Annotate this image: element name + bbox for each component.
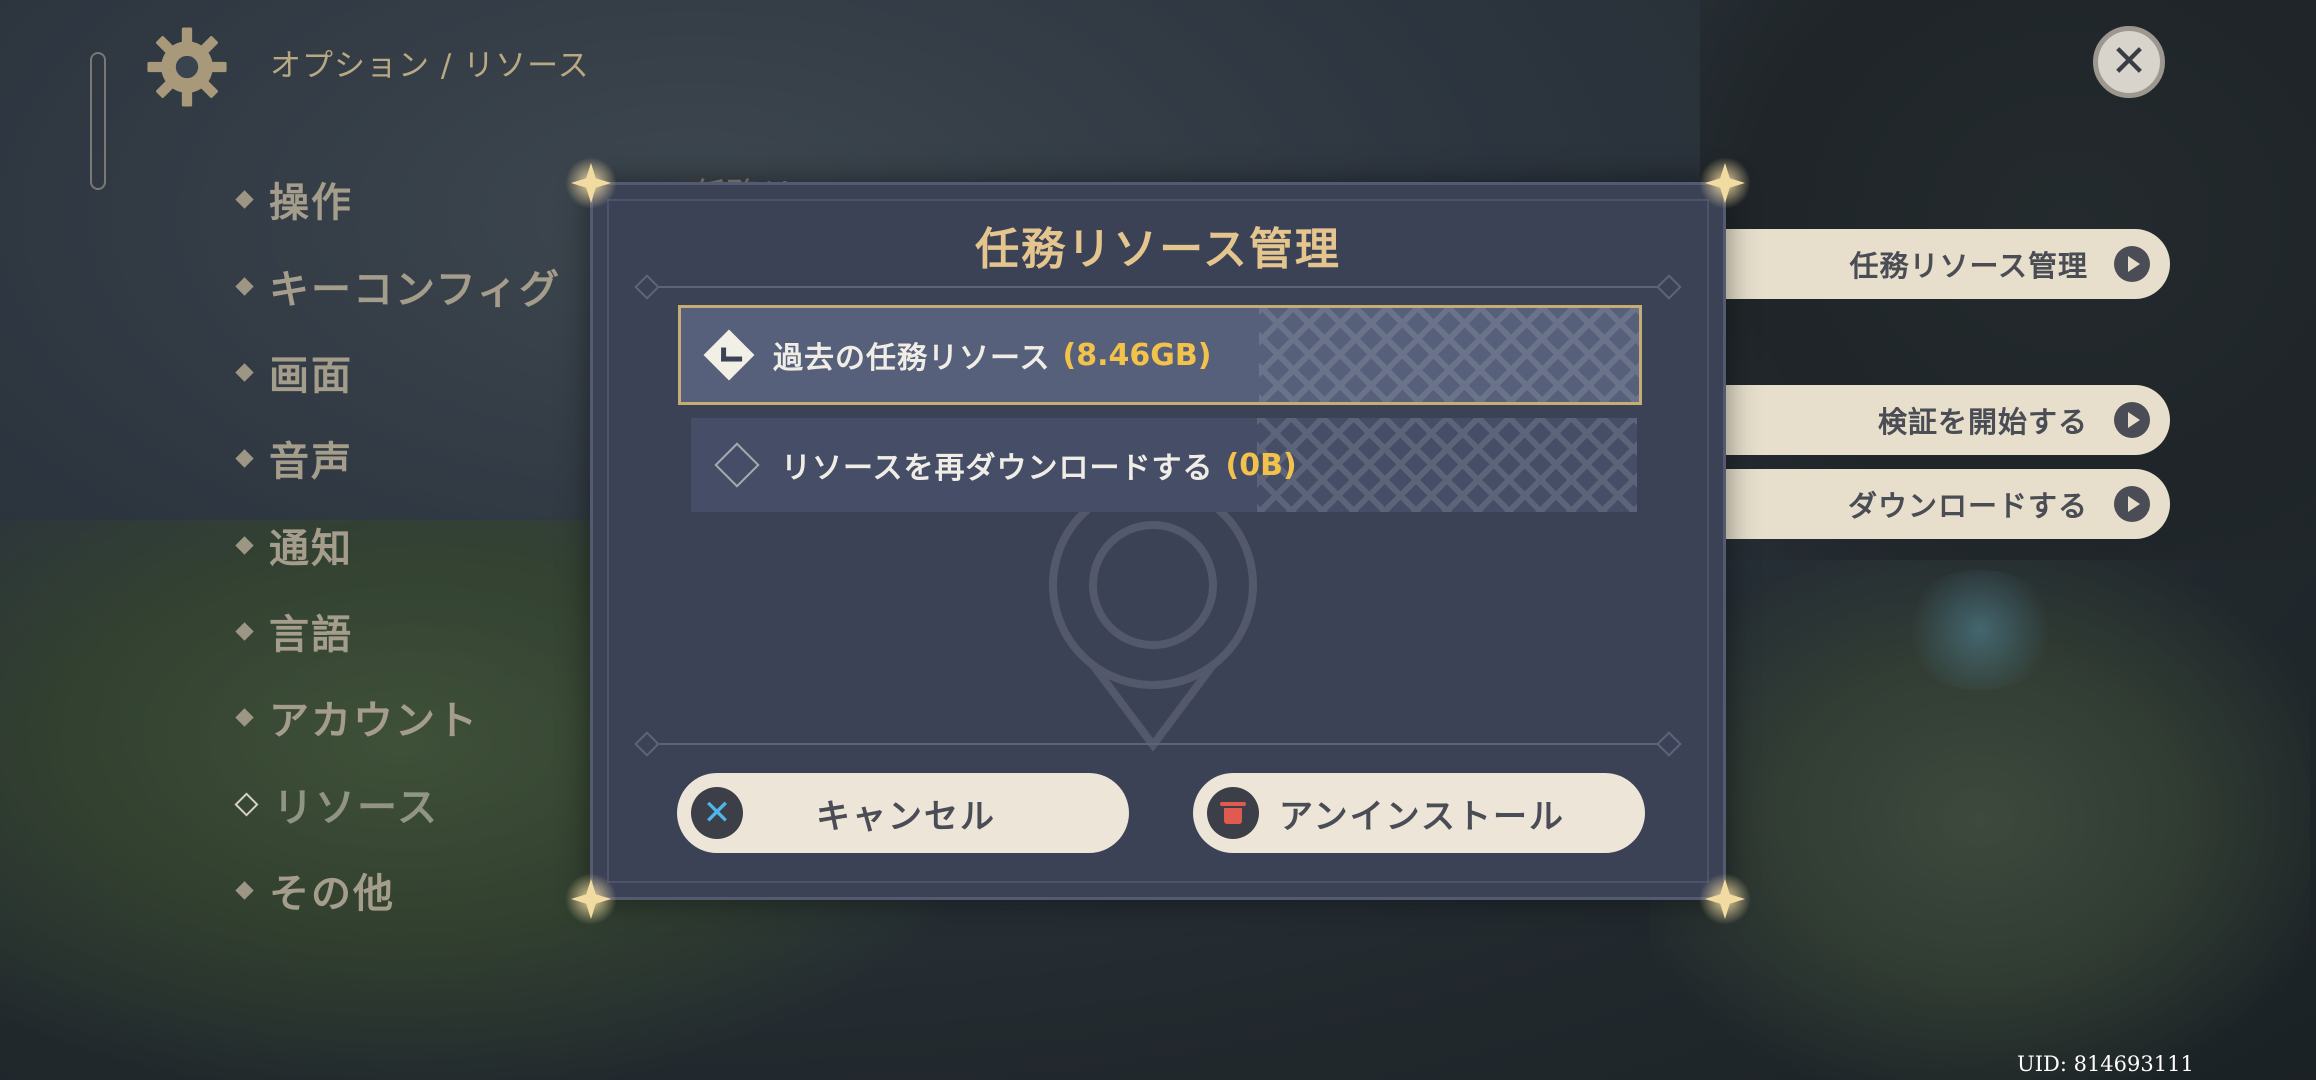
sidebar-item-label: リソース bbox=[273, 785, 439, 831]
diamond-bullet-icon bbox=[235, 448, 254, 468]
option-label: リソースを再ダウンロードする bbox=[781, 451, 1214, 486]
arrow-right-icon bbox=[2114, 486, 2150, 522]
sidebar-item-label: 通知 bbox=[269, 526, 353, 572]
start-verification-button[interactable]: 検証を開始する bbox=[1722, 385, 2170, 455]
uid-label: UID: 814693111 bbox=[2017, 1052, 2194, 1076]
divider bbox=[648, 743, 1668, 745]
sidebar-item-label: 音声 bbox=[269, 439, 353, 485]
scroll-indicator[interactable] bbox=[90, 52, 106, 190]
corner-ornament-icon bbox=[565, 873, 617, 925]
close-icon: ✕ bbox=[2110, 36, 2148, 87]
option-pattern bbox=[1257, 418, 1637, 512]
option-redownload-resources[interactable]: リソースを再ダウンロードする (0B) bbox=[691, 418, 1637, 512]
diamond-bullet-icon bbox=[235, 535, 254, 555]
sidebar-item-keyconfig[interactable]: キーコンフィグ bbox=[230, 257, 630, 315]
cancel-button-label: キャンセル bbox=[816, 796, 996, 837]
sidebar-item-label: 画面 bbox=[269, 353, 353, 399]
close-button[interactable]: ✕ bbox=[2093, 26, 2165, 98]
breadcrumb: オプション / リソース bbox=[270, 48, 590, 84]
diamond-bullet-icon bbox=[234, 791, 259, 817]
trash-icon bbox=[1207, 787, 1259, 839]
corner-ornament-icon bbox=[1699, 873, 1751, 925]
option-size: (8.46GB) bbox=[1062, 337, 1212, 373]
corner-ornament-icon bbox=[1699, 157, 1751, 209]
manage-quest-resources-button[interactable]: 任務リソース管理 bbox=[1722, 229, 2170, 299]
diamond-bullet-icon bbox=[235, 189, 254, 209]
dialog-title: 任務リソース管理 bbox=[975, 224, 1341, 275]
sidebar-item-notifications[interactable]: 通知 bbox=[230, 516, 630, 574]
button-label: ダウンロードする bbox=[1847, 489, 2088, 523]
sidebar-item-language[interactable]: 言語 bbox=[230, 602, 630, 660]
checkbox-unchecked-icon[interactable] bbox=[714, 442, 760, 488]
diamond-bullet-icon bbox=[235, 362, 254, 382]
sidebar-item-label: 言語 bbox=[269, 612, 353, 658]
cancel-button[interactable]: ✕ キャンセル bbox=[677, 773, 1129, 853]
sidebar-item-label: 操作 bbox=[269, 180, 353, 226]
arrow-right-icon bbox=[2114, 246, 2150, 282]
uninstall-button-label: アンインストール bbox=[1279, 796, 1565, 837]
download-button[interactable]: ダウンロードする bbox=[1722, 469, 2170, 539]
sidebar-item-resources[interactable]: リソース bbox=[230, 775, 630, 833]
option-pattern bbox=[1259, 308, 1639, 402]
option-label: 過去の任務リソース bbox=[773, 341, 1051, 376]
cancel-x-icon: ✕ bbox=[691, 787, 743, 839]
sidebar-item-audio[interactable]: 音声 bbox=[230, 429, 630, 487]
gear-icon bbox=[147, 27, 227, 107]
divider bbox=[648, 286, 1668, 288]
corner-ornament-icon bbox=[565, 157, 617, 209]
option-past-quest-resources[interactable]: 過去の任務リソース (8.46GB) bbox=[678, 305, 1642, 405]
option-size: (0B) bbox=[1225, 447, 1297, 483]
sidebar-item-label: アカウント bbox=[269, 698, 479, 744]
button-label: 検証を開始する bbox=[1877, 405, 2088, 439]
diamond-bullet-icon bbox=[235, 880, 254, 900]
sidebar-item-account[interactable]: アカウント bbox=[230, 688, 630, 746]
checkbox-checked-icon[interactable] bbox=[703, 329, 755, 381]
sidebar-item-label: キーコンフィグ bbox=[269, 267, 561, 313]
diamond-bullet-icon bbox=[235, 621, 254, 641]
quest-resource-dialog: 任務リソース管理 過去の任務リソース (8.46GB) リソースを再ダウンロード… bbox=[565, 157, 1751, 925]
arrow-right-icon bbox=[2114, 402, 2150, 438]
sidebar-item-label: その他 bbox=[269, 871, 395, 917]
diamond-bullet-icon bbox=[235, 276, 254, 296]
sidebar-item-display[interactable]: 画面 bbox=[230, 343, 630, 401]
uninstall-button[interactable]: アンインストール bbox=[1193, 773, 1645, 853]
button-label: 任務リソース管理 bbox=[1849, 249, 2088, 283]
diamond-bullet-icon bbox=[235, 707, 254, 727]
